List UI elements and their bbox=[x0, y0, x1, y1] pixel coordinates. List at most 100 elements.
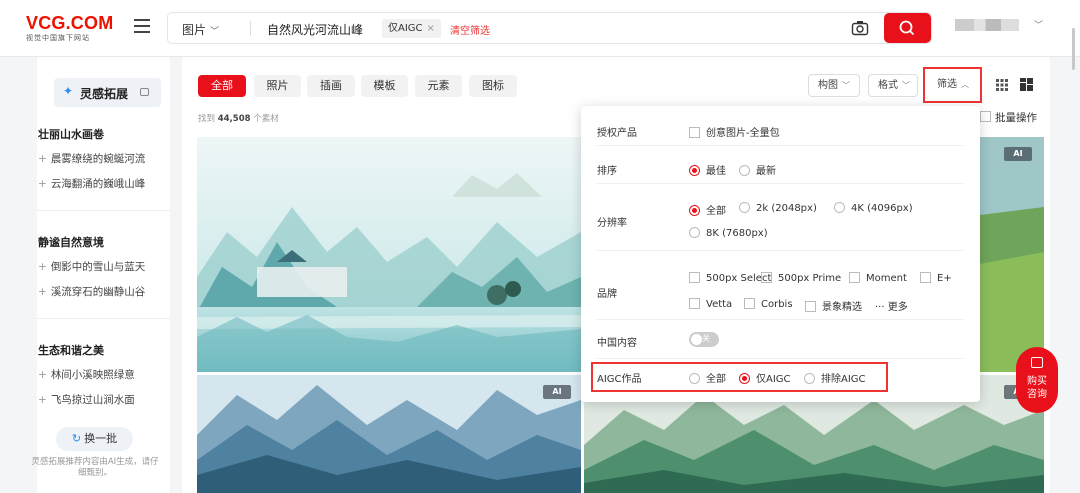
radio[interactable] bbox=[689, 227, 700, 238]
radio[interactable] bbox=[834, 202, 845, 213]
filter-row-brand: 品牌 500px Select 500px Prime Moment E+ Ve… bbox=[597, 252, 963, 320]
option-label: 8K (7680px) bbox=[706, 228, 768, 239]
close-icon[interactable]: × bbox=[427, 23, 435, 34]
checkbox-option[interactable]: 创意图片-全量包 bbox=[689, 124, 780, 139]
checkbox-option[interactable]: E+ bbox=[920, 272, 952, 284]
inspiration-item-label: 溪流穿石的幽静山谷 bbox=[50, 286, 146, 298]
result-image[interactable]: AI bbox=[197, 375, 581, 493]
radio-option[interactable]: 4K (4096px) bbox=[834, 202, 913, 214]
tab-photo[interactable]: 照片 bbox=[254, 75, 301, 97]
grid-view-icon[interactable] bbox=[996, 79, 1008, 91]
plus-icon: + bbox=[38, 261, 47, 273]
radio-option[interactable]: 最佳 bbox=[689, 162, 726, 177]
inspiration-item[interactable]: + 晨雾缭绕的蜿蜒河流 bbox=[38, 151, 145, 166]
batch-checkbox[interactable] bbox=[980, 111, 991, 122]
filter-label: 中国内容 bbox=[597, 338, 637, 349]
tab-element[interactable]: 元素 bbox=[415, 75, 462, 97]
option-label: Vetta bbox=[706, 299, 733, 310]
format-dropdown[interactable]: 格式 ﹀ bbox=[868, 74, 918, 97]
radio-option[interactable]: 全部 bbox=[689, 202, 726, 217]
radio[interactable] bbox=[739, 165, 750, 176]
checkbox[interactable] bbox=[744, 298, 755, 309]
search-divider bbox=[250, 21, 251, 36]
option-label: 景象精选 bbox=[822, 302, 862, 313]
checkbox[interactable] bbox=[849, 272, 860, 283]
tab-all[interactable]: 全部 bbox=[198, 75, 246, 97]
radio-option[interactable]: 8K (7680px) bbox=[689, 227, 768, 239]
ai-badge: AI bbox=[543, 385, 571, 399]
radio[interactable] bbox=[739, 202, 750, 213]
shopping-bag-icon bbox=[1031, 357, 1043, 368]
category-dropdown[interactable]: 图片 ﹀ bbox=[182, 21, 219, 38]
filter-row-sort: 排序 最佳 最新 bbox=[597, 147, 963, 184]
search-button[interactable] bbox=[884, 13, 931, 43]
checkbox-option[interactable]: 500px Select bbox=[689, 272, 771, 284]
menu-icon[interactable] bbox=[134, 19, 150, 33]
logo-brand: VCG.COM bbox=[26, 13, 114, 33]
inspiration-item[interactable]: + 倒影中的雪山与蓝天 bbox=[38, 259, 145, 274]
filter-label: 排序 bbox=[597, 166, 617, 177]
checkbox-option[interactable]: 500px Prime bbox=[761, 272, 841, 284]
camera-icon[interactable] bbox=[851, 20, 869, 36]
float-line2: 咨询 bbox=[1027, 389, 1047, 400]
highlight-box-aigc bbox=[591, 362, 888, 392]
radio-option[interactable]: 最新 bbox=[739, 162, 776, 177]
filter-row-resolution: 分辨率 全部 2k (2048px) 4K (4096px) 8K (7680p… bbox=[597, 185, 963, 251]
inspiration-item[interactable]: + 溪流穿石的幽静山谷 bbox=[38, 284, 145, 299]
purchase-consult-button[interactable]: 购买 咨询 bbox=[1016, 347, 1058, 413]
found-prefix: 找到 bbox=[198, 114, 216, 124]
checkbox[interactable] bbox=[761, 272, 772, 283]
inspiration-header[interactable]: ✦ 灵感拓展 bbox=[54, 78, 161, 107]
inspiration-item[interactable]: + 飞鸟掠过山涧水面 bbox=[38, 392, 135, 407]
found-count: 44,508 bbox=[217, 114, 251, 124]
user-account-blurred[interactable] bbox=[955, 19, 1019, 31]
more-brands-link[interactable]: ··· 更多 bbox=[875, 298, 908, 313]
radio-selected[interactable] bbox=[689, 205, 700, 216]
ai-disclaimer: 灵感拓展推荐内容由AI生成，请仔细甄别。 bbox=[31, 457, 159, 478]
checkbox[interactable] bbox=[689, 127, 700, 138]
plus-icon: + bbox=[38, 394, 47, 406]
inspiration-item-label: 云海翻涌的巍峨山峰 bbox=[50, 178, 146, 190]
divider bbox=[37, 318, 170, 319]
float-line1: 购买 bbox=[1027, 376, 1047, 387]
highlight-box-filter bbox=[923, 67, 982, 103]
masonry-view-icon[interactable] bbox=[1020, 78, 1033, 91]
chevron-down-icon[interactable]: ﹀ bbox=[1034, 18, 1043, 31]
chevron-down-icon: ﹀ bbox=[842, 81, 850, 90]
radio-selected[interactable] bbox=[689, 165, 700, 176]
checkbox-option[interactable]: 景象精选 bbox=[805, 298, 862, 313]
china-content-toggle[interactable]: 关 bbox=[689, 332, 719, 347]
option-label: 全部 bbox=[706, 206, 726, 217]
checkbox-option[interactable]: Corbis bbox=[744, 298, 793, 310]
tab-illustration[interactable]: 插画 bbox=[307, 75, 355, 97]
checkbox[interactable] bbox=[689, 272, 700, 283]
batch-operation[interactable]: 批量操作 bbox=[980, 110, 1037, 125]
result-image[interactable] bbox=[197, 137, 581, 372]
checkbox-option[interactable]: Vetta bbox=[689, 298, 732, 310]
found-suffix: 个素材 bbox=[253, 114, 279, 124]
refresh-label: 换一批 bbox=[84, 432, 118, 445]
scrollbar[interactable] bbox=[1072, 28, 1075, 70]
inspiration-item-label: 倒影中的雪山与蓝天 bbox=[50, 261, 146, 273]
checkbox-option[interactable]: Moment bbox=[849, 272, 907, 284]
search-bar: 图片 ﹀ 自然风光河流山峰 仅AIGC × 清空筛选 bbox=[167, 12, 932, 44]
filter-chip-aigc[interactable]: 仅AIGC × bbox=[382, 19, 441, 38]
checkbox[interactable] bbox=[920, 272, 931, 283]
radio-option[interactable]: 2k (2048px) bbox=[739, 202, 817, 214]
refresh-button[interactable]: ↻ 换一批 bbox=[56, 427, 133, 451]
inspiration-item[interactable]: + 林间小溪映照绿意 bbox=[38, 367, 135, 382]
site-logo[interactable]: VCG.COM 视觉中国旗下网站 bbox=[26, 13, 113, 43]
checkbox[interactable] bbox=[689, 298, 700, 309]
inspiration-item[interactable]: + 云海翻涌的巍峨山峰 bbox=[38, 176, 145, 191]
collapse-panel-icon[interactable] bbox=[140, 88, 149, 96]
inspiration-item-label: 飞鸟掠过山涧水面 bbox=[50, 394, 135, 406]
chevron-down-icon: ﹀ bbox=[902, 81, 910, 90]
clear-filters-link[interactable]: 清空筛选 bbox=[450, 22, 490, 37]
filter-chip-label: 仅AIGC bbox=[388, 23, 423, 34]
composition-dropdown[interactable]: 构图 ﹀ bbox=[808, 74, 860, 97]
search-input[interactable]: 自然风光河流山峰 bbox=[267, 21, 363, 38]
tab-template[interactable]: 模板 bbox=[361, 75, 408, 97]
checkbox[interactable] bbox=[805, 301, 816, 312]
top-header: VCG.COM 视觉中国旗下网站 图片 ﹀ 自然风光河流山峰 仅AIGC × 清空筛… bbox=[0, 0, 1080, 57]
tab-icon[interactable]: 图标 bbox=[469, 75, 517, 97]
